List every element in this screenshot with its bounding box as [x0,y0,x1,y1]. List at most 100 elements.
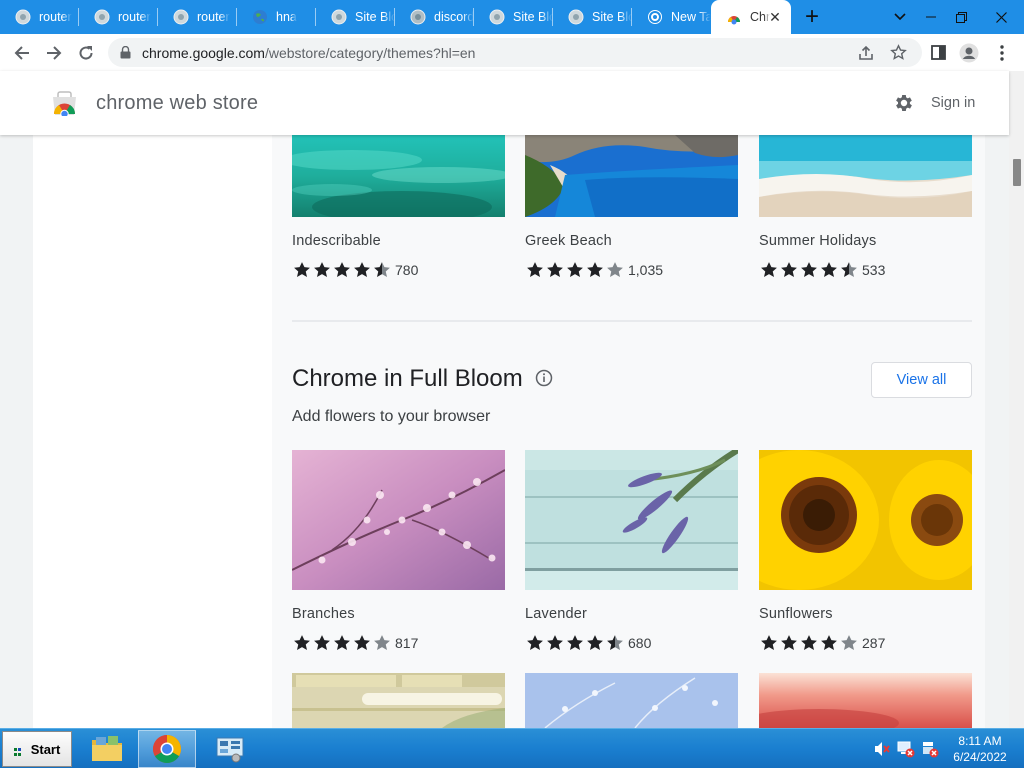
star-full-icon [799,260,819,280]
tab-search-button[interactable] [884,0,916,34]
theme-thumbnail-next-1[interactable] [292,673,505,728]
earth-icon [252,9,268,25]
new-tab-button[interactable]: + [791,0,833,34]
theme-thumbnail-sunflowers[interactable] [759,450,972,590]
rating-count: 817 [395,635,419,651]
action-center-icon[interactable] [921,740,939,758]
back-button[interactable] [6,34,38,71]
profile-button[interactable] [953,34,985,71]
star-full-icon [585,260,605,280]
scrollbar-thumb[interactable] [1013,159,1021,186]
menu-button[interactable] [986,34,1018,71]
tab-router-3[interactable]: router [158,0,237,34]
address-bar[interactable]: chrome.google.com/webstore/category/them… [108,38,922,67]
taskbar-control-panel[interactable] [201,730,259,768]
globe-icon [489,9,505,25]
page-scrollbar[interactable] [1009,71,1024,728]
tab-discord[interactable]: discord [395,0,474,34]
star-full-icon [759,633,779,653]
windows-taskbar: Start 8:11 AM 6/24/2022 [0,728,1024,768]
share-icon[interactable] [858,45,874,61]
star-full-icon [292,260,312,280]
star-full-icon [759,260,779,280]
theme-title-lavender[interactable]: Lavender [525,606,587,622]
tab-new-tab[interactable]: New Ta [632,0,711,34]
gear-icon[interactable] [893,92,915,114]
rating-count: 1,035 [628,262,664,278]
theme-thumbnail-next-2[interactable] [525,673,738,728]
rating-count: 680 [628,635,652,651]
volume-muted-icon[interactable] [873,740,891,758]
browser-toolbar: chrome.google.com/webstore/category/them… [0,34,1024,71]
tab-site-blocked-2[interactable]: Site Blo [474,0,553,34]
tab-title: Site Blo [355,10,395,24]
globe-icon [94,9,110,25]
url-text: chrome.google.com/webstore/category/them… [142,45,475,61]
view-all-button[interactable]: View all [871,362,972,398]
theme-thumbnail-next-3[interactable] [759,673,972,728]
taskbar-clock[interactable]: 8:11 AM 6/24/2022 [948,733,1012,765]
section-title[interactable]: Chrome in Full Bloom [292,365,553,393]
tab-site-blocked-3[interactable]: Site Blo [553,0,632,34]
theme-title-sunflowers[interactable]: Sunflowers [759,606,833,622]
theme-title-indescribable[interactable]: Indescribable [292,233,381,249]
more-vert-icon [1000,44,1004,61]
close-window-button[interactable] [978,0,1024,34]
taskbar-chrome[interactable] [138,730,196,768]
section-divider [292,320,972,322]
close-icon [995,11,1007,23]
globe-icon [568,9,584,25]
bookmark-star-icon[interactable] [890,44,907,61]
minimize-button[interactable] [916,0,946,34]
network-disconnected-icon[interactable] [897,740,915,758]
store-header: chrome web store Sign in [0,71,1009,135]
tab-chrome-web-store[interactable]: Chr ✕ [711,0,791,34]
tab-title: hna [276,10,297,24]
theme-title-branches[interactable]: Branches [292,606,355,622]
taskbar-file-explorer[interactable] [78,730,136,768]
info-icon[interactable] [535,369,553,387]
star-full-icon [819,633,839,653]
tab-title: discord [434,10,474,24]
tab-router-2[interactable]: router [79,0,158,34]
star-full-icon [565,633,585,653]
tab-title: Site Blo [513,10,553,24]
star-full-icon [292,633,312,653]
theme-thumbnail-branches[interactable] [292,450,505,590]
star-full-icon [565,260,585,280]
tab-title: Site Blo [592,10,632,24]
tab-router-1[interactable]: router [0,0,79,34]
tab-site-blocked-1[interactable]: Site Blo [316,0,395,34]
restore-button[interactable] [946,0,976,34]
star-empty-icon [605,260,625,280]
theme-thumbnail-greek-beach[interactable] [525,135,738,217]
star-half-icon [372,260,392,280]
forward-button[interactable] [38,34,70,71]
url-path: /webstore/category/themes?hl=en [264,44,476,61]
webstore-logo-icon[interactable] [51,90,78,116]
theme-title-summer-holidays[interactable]: Summer Holidays [759,233,876,249]
theme-thumbnail-lavender[interactable] [525,450,738,590]
store-title[interactable]: chrome web store [96,92,258,115]
plus-icon: + [804,3,819,30]
section-subtitle: Add flowers to your browser [292,408,491,425]
theme-title-greek-beach[interactable]: Greek Beach [525,233,612,249]
tab-strip: router router router hna Site Blo discor… [0,0,1024,34]
rating-summer-holidays: 533 [759,260,885,280]
theme-thumbnail-indescribable[interactable] [292,135,505,217]
close-tab-icon[interactable]: ✕ [767,9,783,25]
sign-in-link[interactable]: Sign in [931,95,975,111]
start-button[interactable]: Start [2,731,72,767]
rating-indescribable: 780 [292,260,418,280]
side-panel-button[interactable] [922,34,954,71]
theme-thumbnail-summer-holidays[interactable] [759,135,972,217]
star-half-icon [839,260,859,280]
clock-date: 6/24/2022 [953,750,1007,764]
tab-hna[interactable]: hna [237,0,316,34]
tab-title: router [197,10,230,24]
star-full-icon [352,633,372,653]
star-full-icon [545,633,565,653]
profile-icon [959,43,979,62]
reload-button[interactable] [70,34,102,71]
left-sidebar [33,135,272,728]
